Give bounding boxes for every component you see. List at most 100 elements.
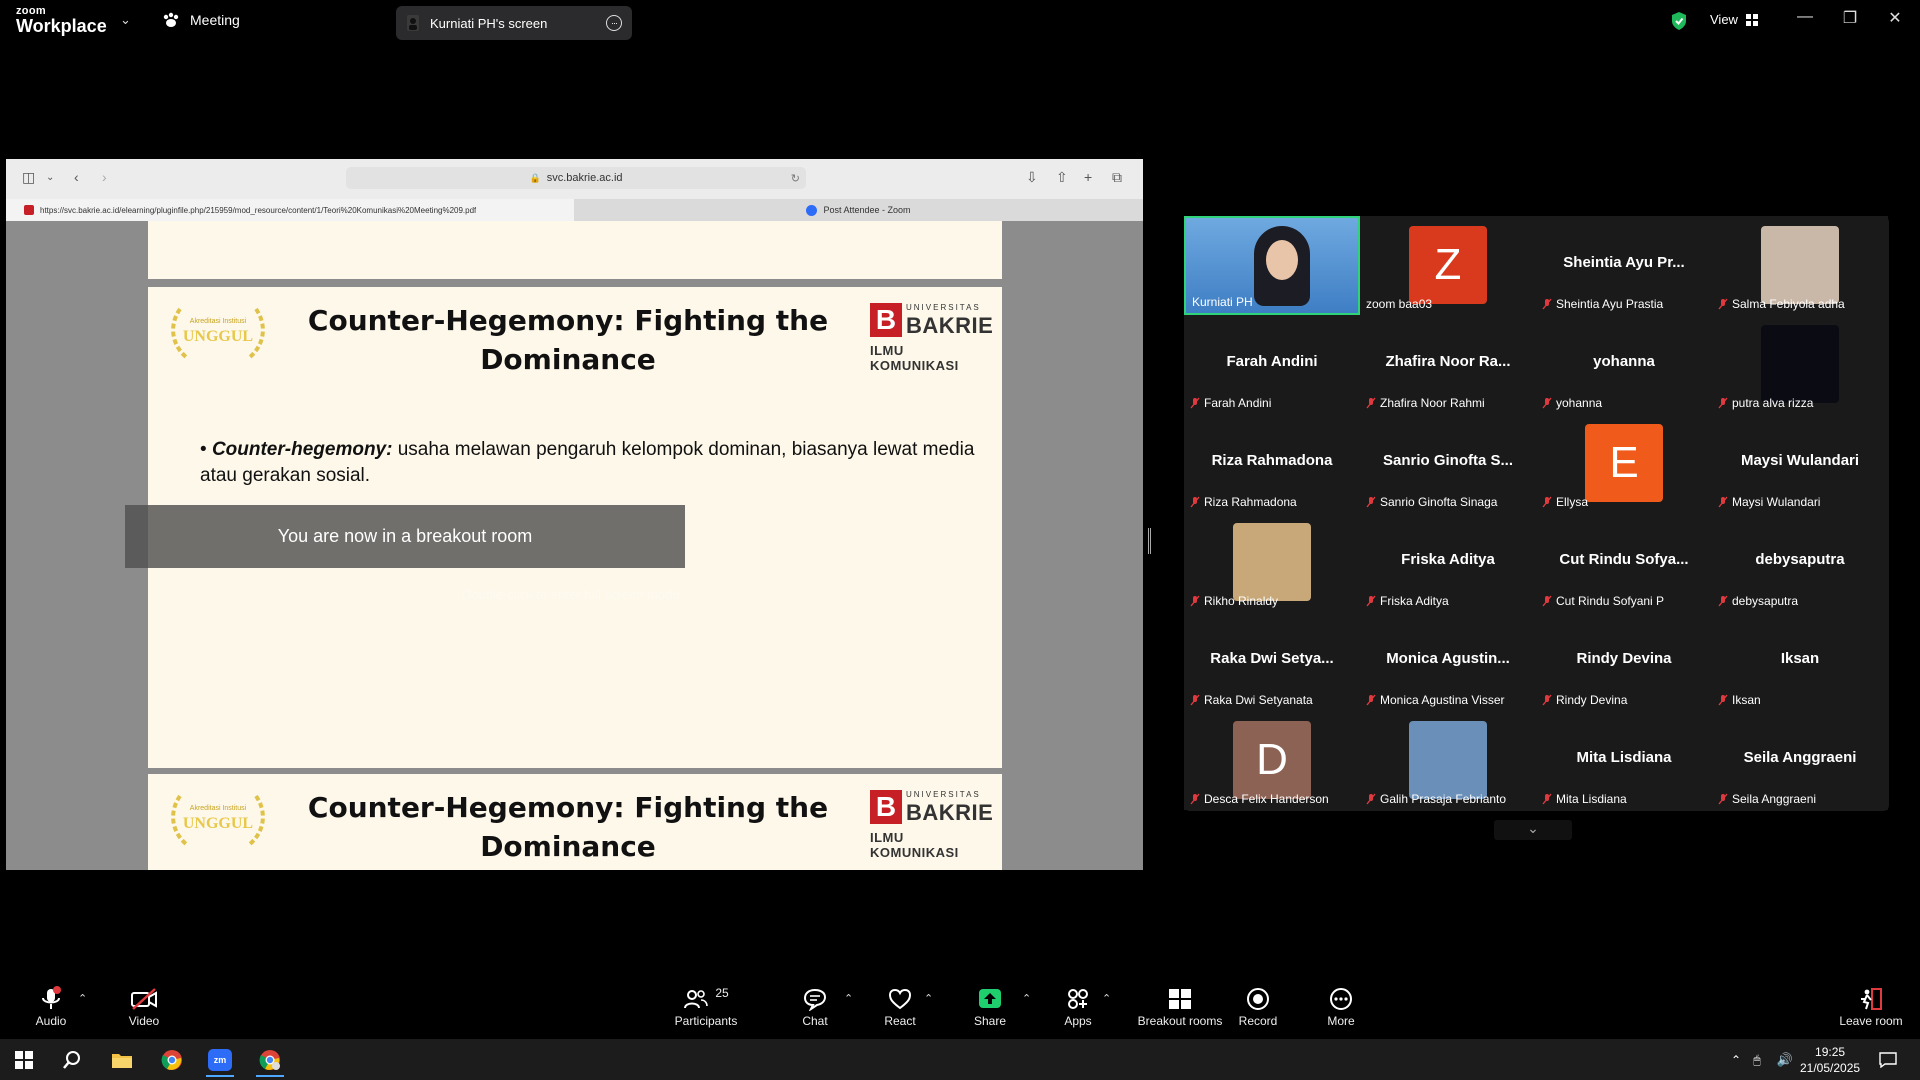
share-options-icon[interactable]: ⌃ [1022,992,1031,1005]
badge-small-text: Akreditasi Institusi [190,805,247,812]
view-button[interactable]: View [1710,12,1758,27]
network-icon[interactable]: 🖱 [1742,1043,1772,1077]
participant-tile[interactable]: Farah Andini Farah Andini [1184,315,1360,414]
participant-tile[interactable]: Maysi Wulandari Maysi Wulandari [1712,414,1888,513]
participant-name: putra alva rizza [1732,396,1814,410]
participant-tile[interactable]: Mita Lisdiana Mita Lisdiana [1536,711,1712,810]
leave-room-button[interactable]: Leave room [1826,986,1916,1028]
participant-tile[interactable]: Kurniati PH [1184,216,1360,315]
new-tab-icon[interactable]: + [1084,169,1092,185]
participant-tile[interactable]: Raka Dwi Setya... Raka Dwi Setyanata [1184,612,1360,711]
address-bar[interactable]: 🔒 svc.bakrie.ac.id ↻ [346,167,806,189]
participant-tile[interactable]: Seila Anggraeni Seila Anggraeni [1712,711,1888,810]
chevron-down-icon[interactable]: ⌄ [120,12,131,28]
chat-options-icon[interactable]: ⌃ [844,992,853,1005]
muted-microphone-icon [1190,397,1200,409]
back-icon[interactable]: ‹ [74,169,79,185]
reload-icon[interactable]: ↻ [791,172,800,185]
react-label: React [884,1014,916,1028]
participant-tile[interactable]: Iksan Iksan [1712,612,1888,711]
participant-name-label: zoom baa03 [1366,297,1432,311]
badge-small-text: Akreditasi Institusi [190,318,247,325]
participant-tile[interactable]: putra alva rizza [1712,315,1888,414]
participant-tile[interactable]: Rindy Devina Rindy Devina [1536,612,1712,711]
chrome-profile-icon[interactable] [248,1043,292,1077]
zoom-logo: zoom Workplace [16,6,107,36]
video-button[interactable]: Video [99,986,189,1028]
search-icon[interactable] [50,1043,94,1077]
participant-tile[interactable]: Zhafira Noor Ra... Zhafira Noor Rahmi [1360,315,1536,414]
notifications-icon[interactable] [1870,1043,1906,1077]
tab-pdf-label: https://svc.bakrie.ac.id/elearning/plugi… [40,205,477,215]
participant-tile[interactable]: Sheintia Ayu Pr... Sheintia Ayu Prastia [1536,216,1712,315]
participants-count: 25 [715,986,729,1000]
tab-post-attendee[interactable]: Post Attendee - Zoom [574,199,1143,221]
gallery-scroll-down-icon[interactable]: ⌄ [1494,820,1572,840]
muted-microphone-icon [1718,397,1728,409]
participant-name-label: Mita Lisdiana [1542,792,1627,806]
participant-tile[interactable]: Zzoom baa03 [1360,216,1536,315]
muted-microphone-icon [1542,793,1552,805]
download-icon[interactable]: ⇩ [1026,169,1038,186]
sidebar-icon[interactable]: ◫ [22,169,35,186]
tab-pdf[interactable]: https://svc.bakrie.ac.id/elearning/plugi… [6,199,574,221]
pdf-viewer[interactable]: Akreditasi Institusi UNGGUL Counter-Hege… [6,221,1143,870]
forward-icon[interactable]: › [102,169,107,185]
participant-tile[interactable]: Galih Prasaja Febrianto [1360,711,1536,810]
participant-tile[interactable]: yohanna yohanna [1536,315,1712,414]
chat-label: Chat [802,1014,828,1028]
participant-display-name: Raka Dwi Setya... [1210,650,1334,667]
minimize-icon[interactable]: — [1790,8,1820,26]
react-options-icon[interactable]: ⌃ [924,992,933,1005]
close-icon[interactable]: ✕ [1880,8,1910,28]
meeting-toolbar: Audio ⌃ Video 25 Participants Chat ⌃ Rea… [0,980,1920,1039]
windows-start-icon[interactable] [2,1043,46,1077]
participant-name-label: yohanna [1542,396,1602,410]
participant-tile[interactable]: Riza Rahmadona Riza Rahmadona [1184,414,1360,513]
zoom-app-icon[interactable]: zm [198,1043,242,1077]
screen-share-pill[interactable]: Kurniati PH's screen ··· [396,6,632,40]
shared-screen[interactable]: ◫ ⌄ ‹ › 🔒 svc.bakrie.ac.id ↻ ⇩ ⇧ + ⧉ htt… [6,159,1143,870]
chrome-icon[interactable] [150,1043,194,1077]
record-button[interactable]: Record [1213,986,1303,1028]
lock-icon: 🔒 [529,172,541,183]
participant-tile[interactable]: debysaputra debysaputra [1712,513,1888,612]
restore-icon[interactable]: ❐ [1835,8,1865,28]
participant-tile[interactable]: D Desca Felix Handerson [1184,711,1360,810]
participant-display-name: Monica Agustin... [1386,650,1510,667]
sidebar-chevron-icon[interactable]: ⌄ [46,172,54,183]
system-clock[interactable]: 19:25 21/05/2025 [1800,1044,1860,1076]
participant-name: Iksan [1732,693,1761,707]
resize-handle[interactable] [1148,528,1151,554]
participant-name: Zhafira Noor Rahmi [1380,396,1485,410]
security-shield-icon[interactable] [1670,11,1688,36]
muted-microphone-icon [1190,694,1200,706]
participant-name-label: Sanrio Ginofta Sinaga [1366,495,1497,509]
participant-tile[interactable]: Salma Febiyola adha [1712,216,1888,315]
person-icon [407,15,419,31]
meeting-menu-button[interactable]: Meeting [162,12,240,28]
share-icon[interactable]: ⇧ [1056,169,1068,186]
participant-name: Friska Aditya [1380,594,1449,608]
participant-tile[interactable]: Sanrio Ginofta S... Sanrio Ginofta Sinaga [1360,414,1536,513]
record-icon [1213,986,1303,1012]
participant-name-label: Ellysa [1542,495,1588,509]
volume-icon[interactable]: 🔊 [1770,1043,1800,1077]
more-button[interactable]: More [1296,986,1386,1028]
unggul-accreditation-badge: Akreditasi Institusi UNGGUL [171,307,265,359]
participant-tile[interactable]: Rikho Rinaldy [1184,513,1360,612]
file-explorer-icon[interactable] [100,1043,144,1077]
participant-display-name: Sheintia Ayu Pr... [1563,254,1685,271]
participant-tile[interactable]: Monica Agustin... Monica Agustina Visser [1360,612,1536,711]
participant-tile[interactable]: Friska Aditya Friska Aditya [1360,513,1536,612]
apps-options-icon[interactable]: ⌃ [1102,992,1111,1005]
participant-tile[interactable]: E Ellysa [1536,414,1712,513]
more-options-icon[interactable]: ··· [606,15,622,31]
participant-tile[interactable]: Cut Rindu Sofya... Cut Rindu Sofyani P [1536,513,1712,612]
screen-share-title: Kurniati PH's screen [430,15,548,31]
muted-microphone-icon [1718,793,1728,805]
audio-options-icon[interactable]: ⌃ [78,992,87,1005]
muted-microphone-icon [1542,694,1552,706]
participants-button[interactable]: 25 Participants [661,986,751,1028]
tabs-overview-icon[interactable]: ⧉ [1112,169,1122,186]
